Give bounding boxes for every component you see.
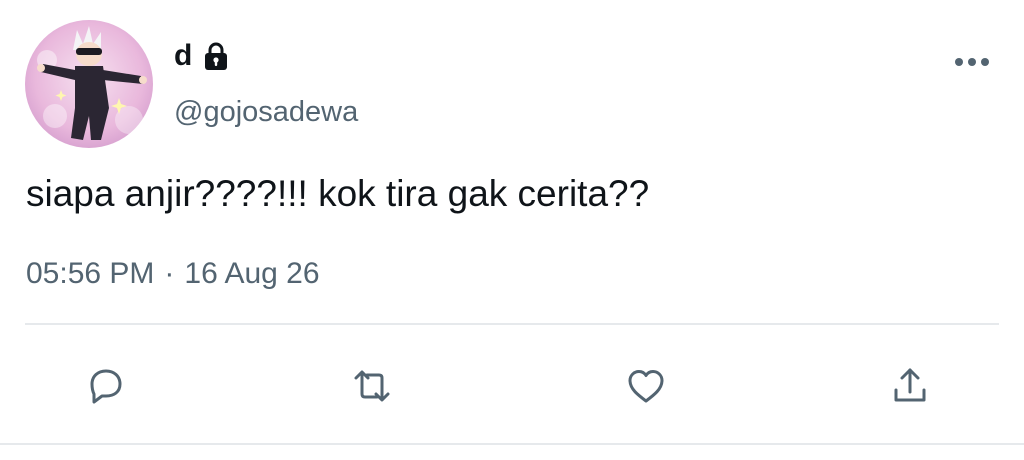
tweet-timestamp[interactable]: 05:56 PM · 16 Aug 26 [26, 254, 320, 294]
more-options-button[interactable] [950, 46, 994, 78]
heart-icon [628, 370, 664, 403]
retweet-icon [354, 370, 390, 402]
display-name[interactable]: d [174, 36, 192, 76]
lock-icon [205, 42, 228, 70]
retweet-button[interactable] [346, 360, 398, 412]
divider [25, 323, 999, 325]
reply-button[interactable] [80, 360, 132, 412]
share-icon [894, 368, 926, 402]
divider [0, 443, 1024, 445]
avatar-image [25, 20, 153, 148]
reply-icon [90, 369, 122, 404]
like-button[interactable] [620, 360, 672, 412]
tweet-date: 16 Aug 26 [184, 257, 320, 290]
avatar[interactable] [25, 20, 153, 148]
user-handle[interactable]: @gojosadewa [174, 92, 358, 132]
author-name-row: d [174, 36, 232, 76]
tweet-text: siapa anjir????!!! kok tira gak cerita?? [26, 173, 650, 214]
more-horizontal-icon [955, 58, 989, 66]
share-button[interactable] [884, 360, 936, 412]
meta-separator: · [164, 257, 175, 290]
tweet-time: 05:56 PM [26, 257, 155, 290]
